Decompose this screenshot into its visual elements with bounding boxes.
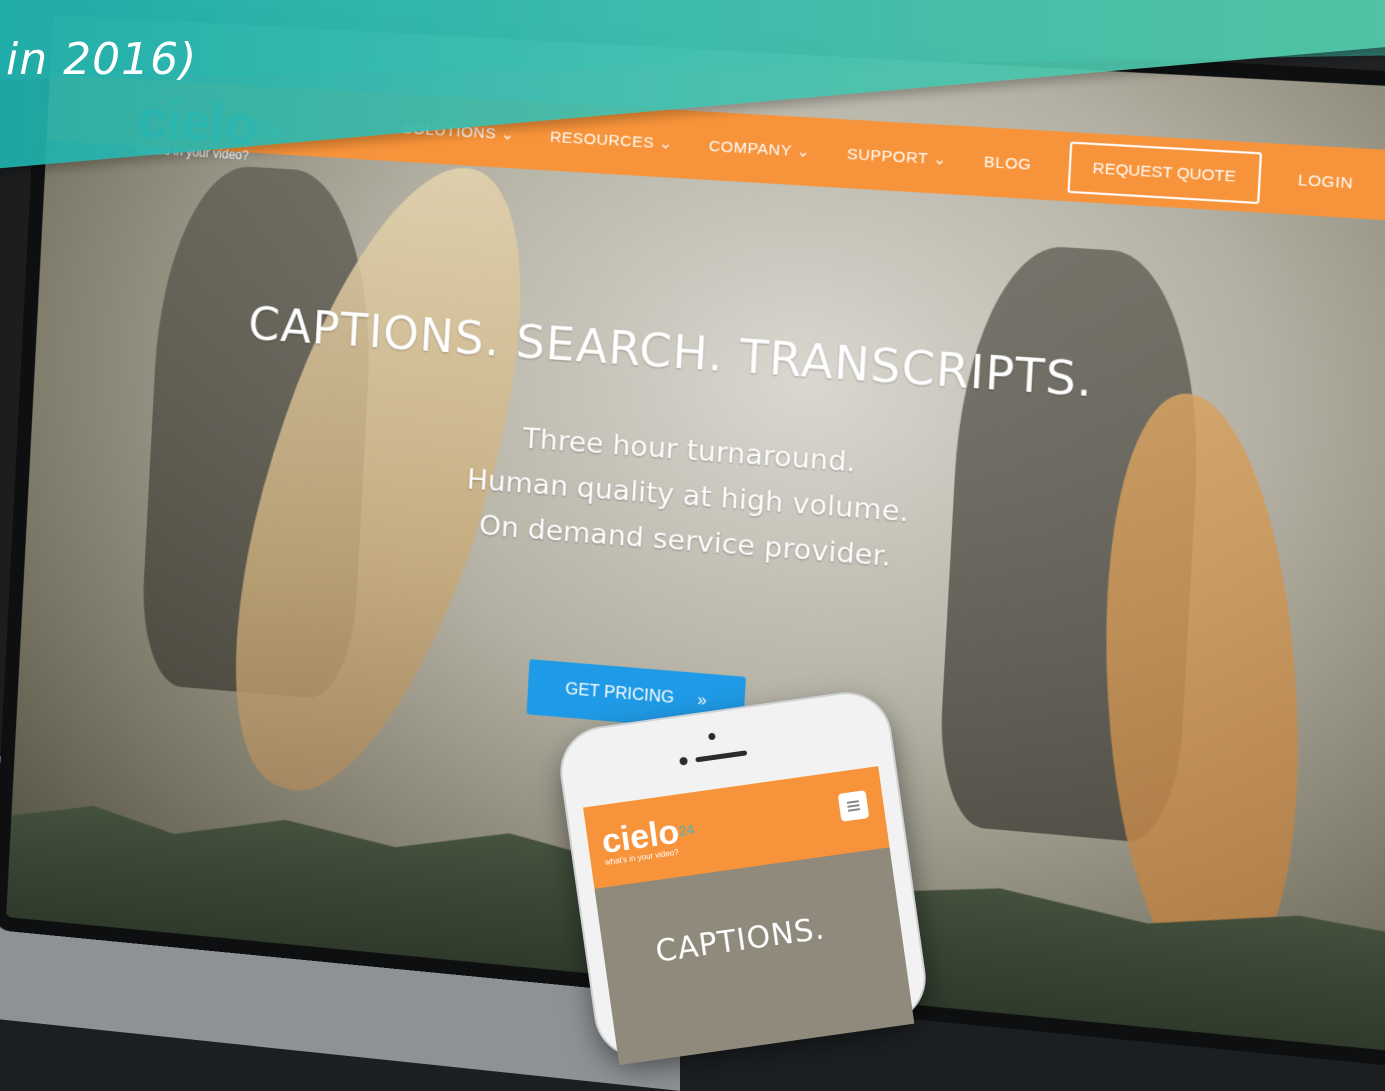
phone-earpiece xyxy=(695,750,748,763)
nav-support[interactable]: SUPPORT ⌄ xyxy=(846,144,947,169)
nav-company[interactable]: COMPANY ⌄ xyxy=(708,137,811,161)
phone-site-header: cielo24 what's in your video? xyxy=(583,766,890,889)
request-quote-button[interactable]: REQUEST QUOTE xyxy=(1067,140,1262,204)
hamburger-icon[interactable] xyxy=(837,790,870,822)
phone-logo-superscript: 24 xyxy=(677,821,696,840)
phone-sensor xyxy=(679,756,689,766)
phone-camera xyxy=(707,732,716,741)
login-link[interactable]: LOGIN xyxy=(1298,171,1354,192)
paddleboard-image xyxy=(1091,390,1313,986)
phone-screen: cielo24 what's in your video? CAPTIONS. xyxy=(583,766,915,1066)
smartphone: cielo24 what's in your video? CAPTIONS. xyxy=(556,688,930,1066)
nav-resources[interactable]: RESOURCES ⌄ xyxy=(550,127,674,153)
phone-site-logo[interactable]: cielo24 what's in your video? xyxy=(599,811,697,867)
nav-blog[interactable]: BLOG xyxy=(984,153,1032,174)
banner-caption: in 2016) xyxy=(6,34,198,85)
phone-hero-headline: CAPTIONS. xyxy=(653,911,828,970)
double-chevron-icon: » xyxy=(696,691,708,710)
get-pricing-label: GET PRICING xyxy=(564,680,675,708)
